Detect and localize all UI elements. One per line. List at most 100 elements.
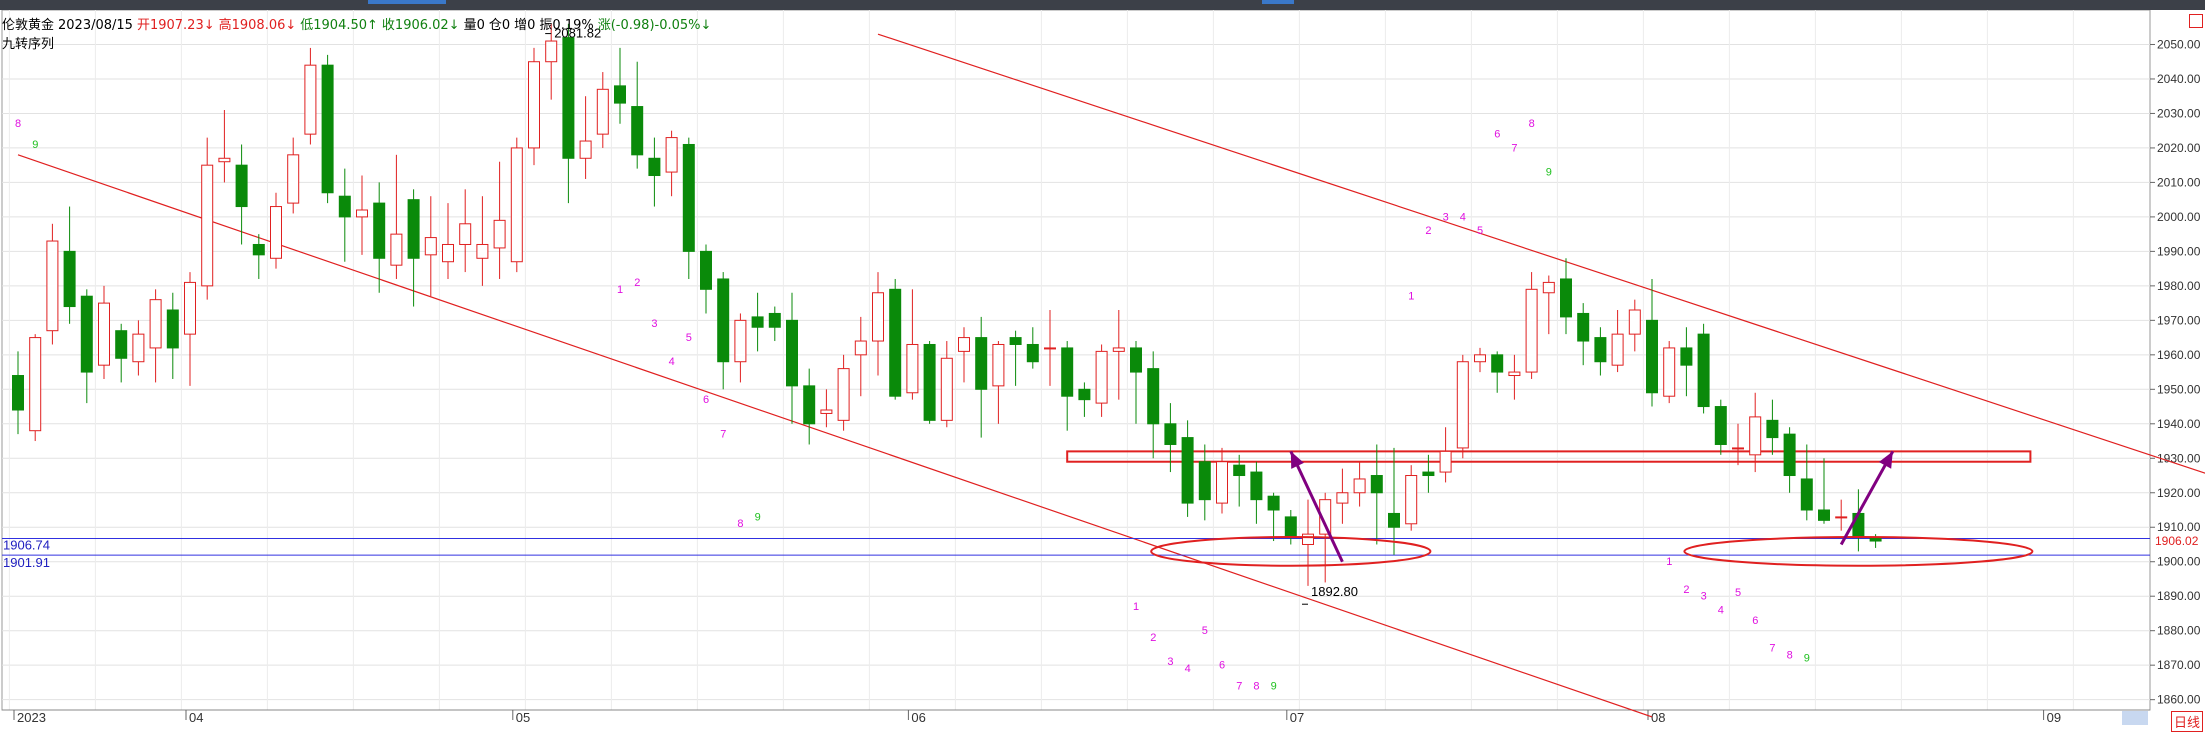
candle — [442, 203, 454, 279]
top-tab-indicator[interactable] — [1262, 0, 1294, 4]
sequence-count-label: 6 — [703, 394, 709, 406]
candle-body — [975, 337, 988, 390]
candle — [1216, 447, 1228, 514]
candle-body — [1611, 333, 1624, 366]
candle — [493, 161, 506, 279]
y-tick-label: 1870.00 — [2157, 658, 2201, 672]
candle — [1766, 399, 1779, 455]
current-price-label: 1906.02 — [2155, 534, 2199, 548]
candlestick-chart[interactable]: 1860.00 1870.00 1880.00 1890.00 1900.00 1910.… — [0, 10, 2205, 735]
candle — [1628, 299, 1641, 352]
candle-body — [1714, 406, 1727, 445]
sequence-count-label: 3 — [1701, 591, 1707, 603]
candle — [252, 234, 265, 279]
candle — [1560, 258, 1572, 335]
candle-body — [149, 299, 162, 349]
high-price: 高1908.06↓ — [218, 18, 297, 33]
candle — [235, 144, 248, 245]
quote-header: 伦敦黄金 2023/08/15 开1907.23↓ 高1908.06↓ 低1904.50… — [2, 14, 715, 33]
candle-body — [252, 243, 265, 256]
sequence-count-label: 8 — [1787, 649, 1793, 661]
candle-body — [1508, 371, 1521, 377]
candle-body — [682, 143, 695, 252]
candle-body — [1164, 423, 1177, 445]
candle — [579, 96, 592, 179]
candle-body — [1474, 354, 1486, 363]
candle — [992, 341, 1005, 424]
candle — [803, 368, 816, 445]
candle-body — [442, 243, 454, 263]
candle — [356, 175, 368, 255]
candle — [424, 196, 437, 297]
candle-body — [545, 40, 558, 63]
candle — [1456, 354, 1469, 459]
candle-body — [786, 319, 798, 387]
arrow-shaft — [1289, 450, 1344, 563]
candle — [751, 292, 764, 352]
candle-body — [476, 243, 489, 259]
candle — [768, 306, 781, 342]
candle-body — [665, 137, 678, 173]
top-tab-indicator[interactable] — [368, 0, 446, 4]
y-tick-label: 1920.00 — [2157, 486, 2201, 500]
quote-date: 2023/08/15 — [58, 18, 133, 33]
corner-marker[interactable] — [2189, 14, 2203, 28]
period-label[interactable]: 日线 — [2170, 711, 2203, 732]
candle — [837, 354, 850, 431]
candle — [476, 196, 489, 286]
sequence-count-label: 8 — [737, 518, 743, 530]
candle-body — [115, 330, 128, 359]
y-tick-label: 1970.00 — [2157, 313, 2201, 327]
sequence-count-label: 6 — [1752, 615, 1758, 627]
candle-body — [1147, 368, 1160, 425]
y-tick-label: 1860.00 — [2157, 693, 2201, 707]
candle-body — [528, 61, 540, 149]
candle — [1061, 341, 1074, 431]
sequence-count-label: 4 — [1185, 663, 1191, 675]
candle-body — [132, 333, 145, 363]
candle-body — [837, 368, 850, 421]
candle-body — [373, 202, 386, 259]
candle — [1663, 341, 1676, 404]
candle — [682, 137, 695, 279]
candle-body — [596, 88, 609, 135]
candle — [786, 292, 798, 424]
candle — [1835, 499, 1848, 531]
candle — [1095, 344, 1108, 417]
candle-body — [1766, 419, 1779, 439]
candle-body — [1835, 516, 1848, 519]
candle-body — [1456, 361, 1469, 449]
horizontal-level-label: 1901.91 — [3, 555, 50, 570]
candle-body — [1130, 347, 1142, 373]
x-tick-label: 08 — [1651, 710, 1665, 725]
candle — [287, 137, 300, 214]
candle — [631, 61, 644, 169]
candle-body — [803, 385, 816, 425]
x-tick-label: 04 — [189, 710, 203, 725]
candle-body — [407, 199, 420, 259]
candle-body — [235, 164, 248, 208]
sequence-count-label: 9 — [1546, 167, 1552, 179]
candle-body — [1594, 337, 1607, 363]
sequence-count-label: 2 — [1425, 225, 1431, 237]
candle — [1818, 458, 1830, 524]
candle-body — [218, 157, 231, 163]
candle — [1714, 399, 1727, 455]
candle-body — [459, 223, 472, 245]
candle-body — [1560, 278, 1572, 318]
price-annotation: 1892.80 — [1311, 584, 1358, 599]
candle — [1370, 444, 1383, 545]
window-top-bar — [0, 0, 2205, 10]
sequence-count-label: 3 — [1167, 656, 1173, 668]
candle — [459, 189, 472, 273]
candle-body — [1800, 478, 1813, 511]
candle-body — [854, 340, 867, 356]
sequence-count-label: 2 — [1683, 584, 1689, 596]
candle-body — [424, 237, 437, 256]
candle-body — [338, 195, 351, 218]
y-tick-label: 2020.00 — [2157, 141, 2201, 155]
candle-body — [1233, 464, 1246, 477]
amplitude: 振0.19% — [539, 18, 594, 33]
candle-body — [1336, 492, 1349, 504]
sequence-count-label: 9 — [755, 511, 761, 523]
